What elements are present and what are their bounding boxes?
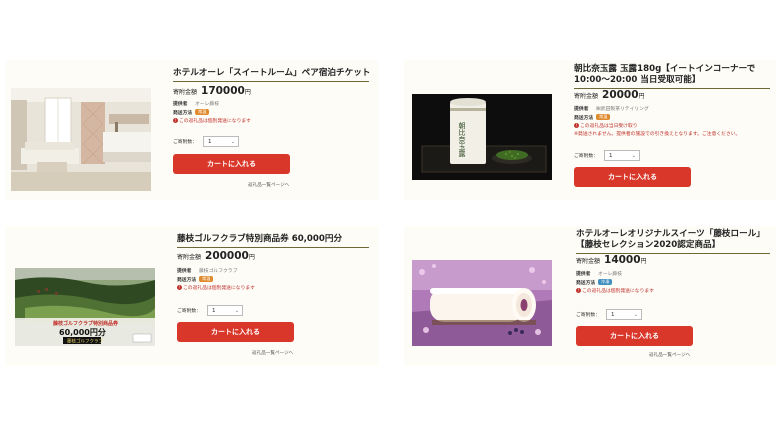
product-card-fujieda-roll: ホテルオーレオリジナルスイーツ「藤枝ロール」 【藤枝セレクション2020認定商品…: [404, 226, 776, 366]
product-title-line: 10:00～20:00 当日受取可能】: [574, 75, 701, 85]
chevron-down-icon: ⌄: [234, 308, 239, 314]
quantity-value: 1: [609, 153, 613, 159]
warning-icon: !: [574, 122, 579, 128]
provider-value: オーレ藤枝: [195, 102, 219, 107]
tea-can-text: 朝比奈玉露: [458, 122, 466, 158]
quantity-value: 1: [212, 308, 216, 314]
shipping-tag: 常温: [596, 114, 611, 121]
warning-icon: !: [177, 284, 182, 290]
add-to-cart-button[interactable]: カートに入れる: [177, 322, 294, 342]
provider-label: 提供者: [173, 102, 188, 107]
chevron-down-icon: ⌄: [633, 312, 638, 318]
price-label: 寄附金額: [177, 254, 202, 261]
product-title-line: 【藤枝セレクション2020認定商品】: [576, 240, 721, 250]
note-text: この返礼品は個別発送になります: [582, 288, 654, 294]
product-title-line: 藤枝ゴルフクラブ特別商品券 60,000円分: [177, 234, 343, 244]
golf-ticket-amount: 60,000円分: [59, 327, 106, 337]
quantity-value: 1: [208, 139, 212, 145]
shipping-tag: 常温: [199, 276, 214, 283]
provider-value: オーレ藤枝: [598, 272, 622, 277]
add-to-cart-button[interactable]: カートに入れる: [576, 326, 693, 346]
product-meta: 提供者 オーレ藤枝 発送方法 冷凍 ! この返礼品は個別発送になります: [576, 271, 654, 296]
golf-voucher-image[interactable]: 藤枝ゴルフクラブ特別商品券 60,000円分 藤枝ゴルフクラブ: [15, 268, 155, 346]
provider-label: 提供者: [177, 269, 192, 274]
price-amount: 14000: [604, 254, 641, 266]
product-card-hotel-suite: ホテルオーレ「スイートルーム」ペア宿泊チケット 寄附金額 170000円 提供者 オ…: [6, 60, 378, 200]
quantity-label: ご寄附数：: [574, 154, 598, 159]
note-text: ※発送されません。提供者の施設での引き換えとなります。ご注意ください。: [574, 132, 741, 138]
quantity-select[interactable]: 1 ⌄: [606, 309, 642, 320]
note-text: この返礼品は個別発送になります: [183, 285, 255, 291]
note-text: この返礼品は個別発送になります: [179, 118, 251, 124]
note-text: この返礼品は当日受け取り: [580, 123, 638, 129]
product-title-line: ホテルオーレ「スイートルーム」ペア宿泊チケット: [173, 68, 371, 78]
price-row: 寄附金額 20000円: [574, 89, 645, 101]
quantity-label: ご寄附数：: [177, 309, 201, 314]
shipping-tag: 冷凍: [598, 279, 613, 286]
quantity-label: ご寄附数：: [173, 140, 197, 145]
quantity-select[interactable]: 1 ⌄: [203, 136, 239, 147]
quantity-row: ご寄附数： 1 ⌄: [173, 136, 239, 147]
quantity-row: ご寄附数： 1 ⌄: [177, 305, 243, 316]
fujieda-roll-image[interactable]: [412, 260, 552, 346]
product-title[interactable]: ホテルオーレオリジナルスイーツ「藤枝ロール」 【藤枝セレクション2020認定商品…: [576, 229, 770, 254]
warning-icon: !: [576, 287, 581, 293]
price-row: 寄附金額 170000円: [173, 85, 251, 97]
golf-ticket-heading: 藤枝ゴルフクラブ特別商品券: [53, 320, 119, 327]
provider-value: ㈱武田製茶リテイリング: [596, 107, 649, 112]
hotel-suite-image[interactable]: [11, 88, 151, 191]
gyokuro-tea-image[interactable]: 朝比奈玉露: [412, 94, 552, 180]
product-title[interactable]: ホテルオーレ「スイートルーム」ペア宿泊チケット: [173, 68, 371, 82]
shipping-label: 発送方法: [173, 110, 193, 116]
golf-ticket-logo: 藤枝ゴルフクラブ: [67, 338, 103, 345]
quantity-label: ご寄附数：: [576, 313, 600, 318]
price-row: 寄附金額 14000円: [576, 254, 647, 266]
shipping-label: 発送方法: [177, 277, 197, 283]
quantity-value: 1: [611, 312, 615, 318]
price-label: 寄附金額: [576, 258, 601, 265]
quantity-select[interactable]: 1 ⌄: [604, 150, 640, 161]
price-amount: 200000: [205, 250, 249, 262]
product-title[interactable]: 藤枝ゴルフクラブ特別商品券 60,000円分: [177, 234, 369, 248]
product-title-line: 朝比奈玉露 玉露180g【イートインコーナーで: [574, 64, 756, 74]
price-row: 寄附金額 200000円: [177, 250, 255, 262]
provider-label: 提供者: [574, 107, 589, 112]
product-meta: 提供者 藤枝ゴルフクラブ 発送方法 常温 ! この返礼品は個別発送になります: [177, 268, 255, 293]
add-to-cart-button[interactable]: カートに入れる: [173, 154, 290, 174]
quantity-select[interactable]: 1 ⌄: [207, 305, 243, 316]
price-amount: 170000: [201, 85, 245, 97]
quantity-row: ご寄附数： 1 ⌄: [574, 150, 640, 161]
price-label: 寄附金額: [173, 89, 198, 96]
price-unit: 円: [248, 254, 255, 261]
provider-value: 藤枝ゴルフクラブ: [199, 269, 238, 274]
warning-icon: !: [173, 117, 178, 123]
product-title-line: ホテルオーレオリジナルスイーツ「藤枝ロール」: [576, 229, 765, 239]
back-to-list-link[interactable]: 返礼品一覧ページへ: [248, 182, 289, 188]
provider-label: 提供者: [576, 272, 591, 277]
back-to-list-link[interactable]: 返礼品一覧ページへ: [649, 352, 690, 358]
product-meta: 提供者 オーレ藤枝 発送方法 常温 ! この返礼品は個別発送になります: [173, 101, 251, 126]
price-label: 寄附金額: [574, 93, 599, 100]
price-unit: 円: [244, 89, 251, 96]
product-card-gyokuro-tea: 朝比奈玉露 朝比奈玉露 玉露180g【イートインコーナーで 10:00～20:0…: [404, 60, 776, 200]
shipping-label: 発送方法: [576, 280, 596, 286]
price-unit: 円: [638, 93, 645, 100]
price-amount: 20000: [602, 89, 639, 101]
product-card-golf-voucher: 藤枝ゴルフクラブ特別商品券 60,000円分 藤枝ゴルフクラブ 藤枝ゴルフクラブ…: [6, 226, 378, 366]
chevron-down-icon: ⌄: [230, 139, 235, 145]
back-to-list-link[interactable]: 返礼品一覧ページへ: [252, 350, 293, 356]
shipping-tag: 常温: [195, 109, 210, 116]
product-title[interactable]: 朝比奈玉露 玉露180g【イートインコーナーで 10:00～20:00 当日受取…: [574, 64, 770, 89]
shipping-label: 発送方法: [574, 115, 594, 121]
product-meta: 提供者 ㈱武田製茶リテイリング 発送方法 常温 ! この返礼品は当日受け取り ※発送さ…: [574, 106, 740, 139]
add-to-cart-button[interactable]: カートに入れる: [574, 167, 691, 187]
chevron-down-icon: ⌄: [631, 153, 636, 159]
price-unit: 円: [640, 258, 647, 265]
quantity-row: ご寄附数： 1 ⌄: [576, 309, 642, 320]
